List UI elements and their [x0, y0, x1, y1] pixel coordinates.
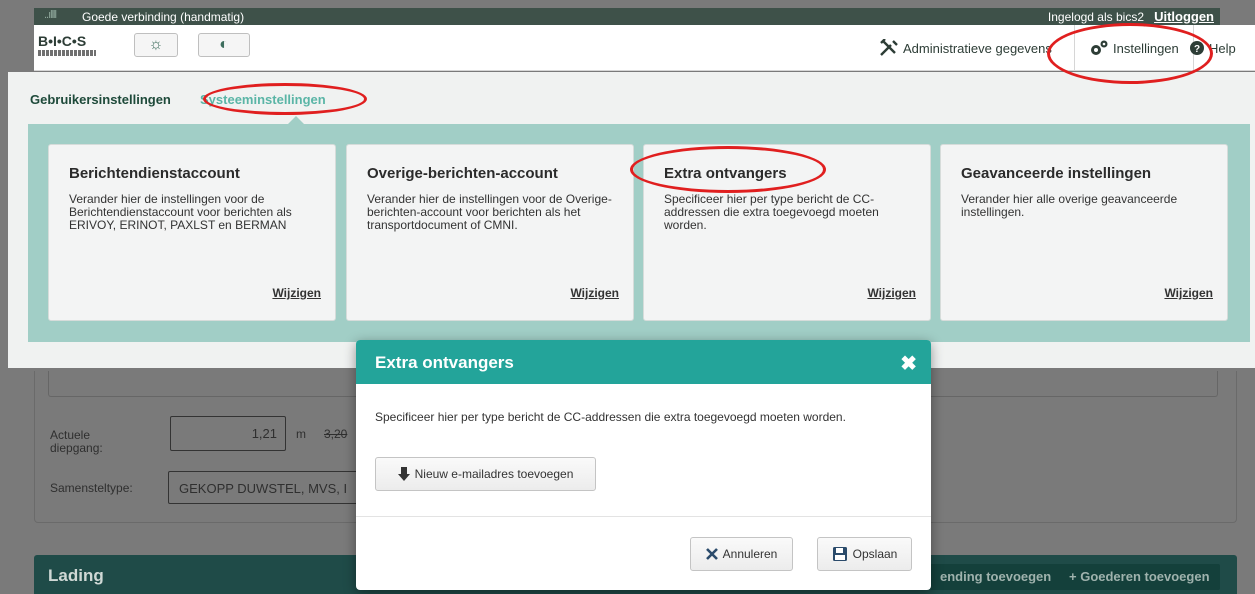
add-goods-button[interactable]: + Goederen toevoegen	[1059, 564, 1220, 590]
composition-select[interactable]: GEKOPP DUWSTEL, MVS, I	[168, 471, 358, 504]
nav-help-label: Help	[1209, 40, 1236, 56]
settings-panel: Gebruikersinstellingen Systeeminstelling…	[8, 72, 1255, 368]
logout-link[interactable]: Uitloggen	[1154, 9, 1214, 24]
bics-logo: B•I•C•S	[38, 33, 100, 61]
nav-admin-label: Administratieve gegevens	[903, 40, 1052, 56]
add-shipment-button[interactable]: ending toevoegen	[930, 564, 1062, 590]
card-edit-link[interactable]: Wijzigen	[867, 286, 916, 300]
card-extra-recipients: Extra ontvangers Specificeer hier per ty…	[643, 144, 931, 321]
dark-theme-toggle[interactable]: ◐	[198, 33, 250, 57]
card-edit-link[interactable]: Wijzigen	[570, 286, 619, 300]
card-description: Verander hier de instellingen voor de Be…	[69, 192, 292, 232]
tools-icon	[880, 39, 898, 56]
card-description: Specificeer hier per type bericht de CC-…	[664, 192, 879, 232]
modal-header: Extra ontvangers ✖	[356, 340, 931, 384]
modal-description: Specificeer hier per type bericht de CC-…	[375, 410, 846, 424]
connection-status: Goede verbinding (handmatig)	[82, 10, 245, 24]
actual-draft-label: Actuele diepgang:	[50, 428, 103, 455]
card-other-messages-account: Overige-berichten-account Verander hier …	[346, 144, 634, 321]
card-title: Berichtendienstaccount	[69, 165, 240, 182]
logo-text: B•I•C•S	[38, 33, 87, 49]
card-message-service-account: Berichtendienstaccount Verander hier de …	[48, 144, 336, 321]
logo-subline	[38, 50, 96, 56]
sun-icon: ☼	[148, 36, 164, 53]
draft-unit: m	[296, 427, 306, 441]
cancel-button[interactable]: Annuleren	[690, 537, 793, 571]
card-title: Extra ontvangers	[664, 165, 787, 182]
floppy-disk-icon	[832, 547, 847, 561]
nav-help[interactable]: ? Help	[1189, 25, 1236, 71]
tab-system-settings[interactable]: Systeeminstellingen	[200, 92, 326, 107]
card-title: Overige-berichten-account	[367, 165, 558, 182]
add-email-label: Nieuw e-mailadres toevoegen	[414, 467, 574, 481]
settings-tabs: Gebruikersinstellingen Systeeminstelling…	[30, 92, 326, 107]
nav-administrative-data[interactable]: Administratieve gegevens	[879, 25, 1052, 71]
logged-in-user: Ingelogd als bics2	[1047, 10, 1144, 24]
draft-extra: 3,20	[324, 427, 348, 441]
composition-label: Samensteltype:	[50, 481, 133, 495]
card-title: Geavanceerde instellingen	[961, 165, 1152, 182]
gears-icon	[1091, 40, 1108, 55]
card-description: Verander hier alle overige geavanceerde …	[961, 192, 1178, 219]
actual-draft-input[interactable]: 1,21	[170, 416, 286, 451]
half-sun-icon: ◐	[219, 36, 229, 53]
x-icon	[705, 548, 718, 560]
modal-divider	[356, 516, 931, 517]
app-header: B•I•C•S ☼ ◐ Administratieve gegevens Ins…	[34, 25, 1255, 71]
signal-icon: ..ıllll	[44, 9, 57, 21]
save-label: Opslaan	[852, 547, 898, 561]
cancel-label: Annuleren	[722, 547, 778, 561]
modal-title: Extra ontvangers	[375, 353, 514, 372]
svg-text:?: ?	[1194, 44, 1200, 55]
status-bar: ..ıllll Goede verbinding (handmatig) Ing…	[34, 8, 1220, 25]
extra-recipients-modal: Extra ontvangers ✖ Specificeer hier per …	[356, 340, 931, 590]
save-button[interactable]: Opslaan	[817, 537, 912, 571]
light-theme-toggle[interactable]: ☼	[134, 33, 178, 57]
card-description: Verander hier de instellingen voor de Ov…	[367, 192, 612, 232]
active-tab-pointer	[288, 116, 304, 124]
settings-cards: Berichtendienstaccount Verander hier de …	[36, 132, 1242, 334]
card-advanced-settings: Geavanceerde instellingen Verander hier …	[940, 144, 1228, 321]
help-icon: ?	[1190, 41, 1204, 55]
close-icon[interactable]: ✖	[900, 351, 917, 376]
cards-frame: Berichtendienstaccount Verander hier de …	[28, 124, 1250, 342]
card-edit-link[interactable]: Wijzigen	[272, 286, 321, 300]
nav-settings[interactable]: Instellingen	[1074, 25, 1194, 71]
card-edit-link[interactable]: Wijzigen	[1164, 286, 1213, 300]
add-email-button[interactable]: Nieuw e-mailadres toevoegen	[375, 457, 596, 491]
cargo-title: Lading	[48, 566, 104, 585]
nav-settings-label: Instellingen	[1113, 40, 1179, 56]
tab-user-settings[interactable]: Gebruikersinstellingen	[30, 92, 171, 107]
download-arrow-icon	[397, 467, 410, 481]
